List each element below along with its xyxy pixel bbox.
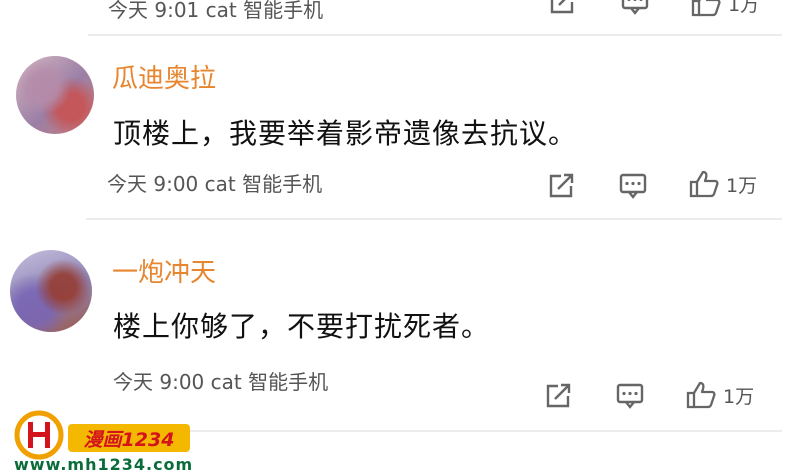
username[interactable]: 一炮冲天	[112, 252, 216, 289]
share-button[interactable]	[547, 0, 577, 16]
comment-meta: 今天 9:00 cat 智能手机	[113, 370, 329, 394]
avatar[interactable]	[16, 56, 94, 134]
comment-icon	[616, 383, 644, 409]
like-button[interactable]: 1万	[688, 169, 757, 199]
comment-meta: 今天 9:01 cat 智能手机	[108, 0, 324, 22]
comment-button[interactable]	[618, 172, 648, 200]
comment-button[interactable]	[620, 0, 650, 16]
watermark-logo	[14, 410, 64, 460]
username[interactable]: 瓜迪奥拉	[112, 58, 216, 95]
like-count: 1万	[728, 0, 760, 16]
like-icon	[689, 170, 719, 198]
share-button[interactable]	[546, 172, 576, 200]
share-icon	[550, 0, 574, 14]
like-button[interactable]: 1万	[690, 0, 759, 18]
like-icon	[691, 0, 721, 17]
watermark-badge: 漫画1234	[68, 424, 190, 452]
like-icon	[686, 381, 716, 409]
comment-meta: 今天 9:00 cat 智能手机	[107, 172, 323, 196]
like-count: 1万	[723, 385, 755, 408]
avatar[interactable]	[10, 250, 92, 332]
watermark-url: www.mh1234.com	[14, 455, 194, 474]
comment-icon	[619, 173, 647, 199]
divider	[86, 430, 782, 432]
comment-text: 楼上你够了，不要打扰死者。	[113, 310, 491, 343]
like-button[interactable]: 1万	[685, 380, 754, 410]
comment-icon	[621, 0, 649, 15]
share-button[interactable]	[543, 382, 573, 410]
comment-text: 顶楼上，我要举着影帝遗像去抗议。	[113, 117, 578, 150]
share-icon	[546, 383, 571, 408]
comment-button[interactable]	[615, 382, 645, 410]
like-count: 1万	[726, 174, 758, 197]
divider	[88, 34, 782, 36]
divider	[86, 218, 782, 220]
share-icon	[549, 173, 574, 198]
